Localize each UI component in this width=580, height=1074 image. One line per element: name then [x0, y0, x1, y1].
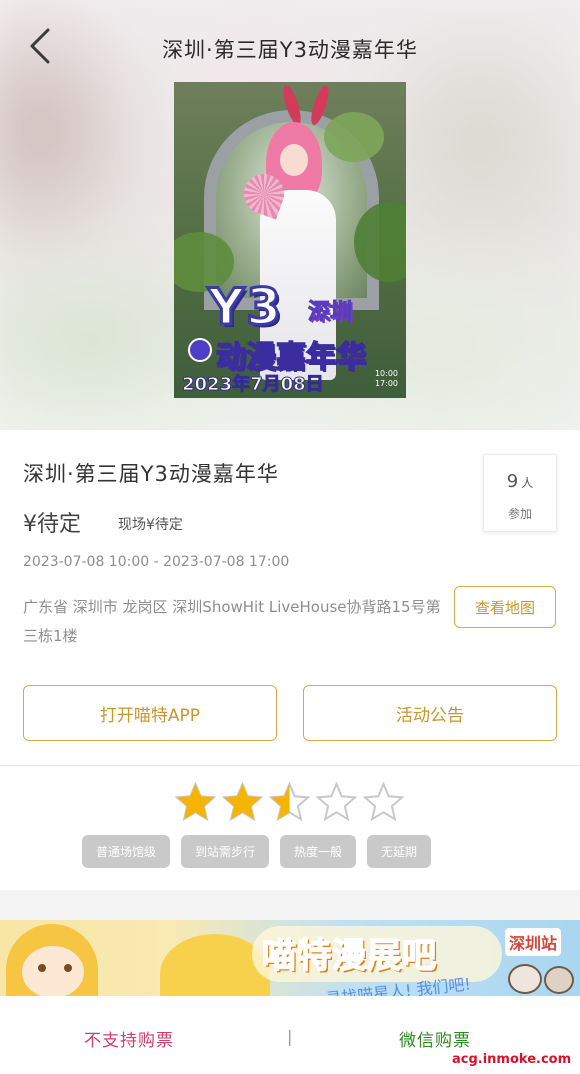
- hero-section: 深圳·第三届Y3动漫嘉年华 Y3 深圳 动漫嘉年华 2023年7月08日 10:…: [0, 0, 580, 430]
- tag-chip: 普通场馆级: [82, 835, 171, 868]
- open-app-button[interactable]: 打开喵特APP: [23, 685, 277, 741]
- watermark: acg.inmoke.com: [452, 1052, 572, 1067]
- chevron-left-icon: [30, 28, 50, 64]
- view-map-button[interactable]: 查看地图: [454, 586, 556, 628]
- wechat-purchase-button[interactable]: 微信购票: [399, 1026, 471, 1051]
- tag-chip: 热度一般: [280, 835, 357, 868]
- tag-list: 普通场馆级 到站需步行 热度一般 无延期: [82, 835, 432, 868]
- star-empty-icon: [363, 782, 404, 822]
- star-filled-icon: [222, 782, 263, 822]
- attendees-unit: 人: [521, 476, 534, 490]
- attendees-label: 参加: [507, 507, 532, 521]
- poster-logo: Y3: [207, 277, 283, 338]
- event-poster-image[interactable]: Y3 深圳 动漫嘉年华 2023年7月08日 10:00 17:00: [174, 82, 406, 398]
- back-button[interactable]: [22, 24, 62, 68]
- event-title: 深圳·第三届Y3动漫嘉年华: [23, 462, 279, 486]
- banner-title: 喵特漫展吧: [261, 935, 437, 977]
- tag-chip: 到站需步行: [181, 835, 270, 868]
- event-address: 广东省 深圳市 龙岗区 深圳ShowHit LiveHouse协背路15号第三栋…: [23, 598, 441, 645]
- poster-city: 深圳: [307, 300, 353, 326]
- attendees-box[interactable]: 9人 参加: [483, 454, 557, 532]
- rating-stars: [175, 782, 404, 822]
- tag-chip: 无延期: [367, 835, 432, 868]
- section-spacer: [0, 890, 580, 920]
- event-price: ¥待定: [23, 512, 81, 537]
- event-notice-button[interactable]: 活动公告: [303, 685, 557, 741]
- promo-banner[interactable]: 喵特漫展吧 深圳站 寻找喵星人! 我们吧!: [0, 920, 580, 996]
- banner-badge: 深圳站: [505, 928, 562, 956]
- star-half-icon: [269, 782, 310, 822]
- seal-icon: [508, 964, 542, 994]
- event-datetime: 2023-07-08 10:00 - 2023-07-08 17:00: [23, 554, 290, 570]
- separator: |: [287, 1027, 293, 1046]
- no-purchase-label: 不支持购票: [84, 1031, 174, 1051]
- attendees-count: 9: [506, 471, 519, 492]
- poster-time: 10:00 17:00: [374, 369, 398, 388]
- star-filled-icon: [175, 782, 216, 822]
- divider: [0, 765, 580, 766]
- nav-title: 深圳·第三届Y3动漫嘉年华: [162, 38, 418, 62]
- star-empty-icon: [316, 782, 357, 822]
- seal-icon: [544, 966, 574, 994]
- onsite-price: 现场¥待定: [118, 517, 183, 533]
- play-icon: [188, 338, 212, 362]
- poster-date: 2023年7月08日: [182, 374, 325, 396]
- bottom-bar: 不支持购票 | 微信购票 acg.inmoke.com: [0, 996, 580, 1074]
